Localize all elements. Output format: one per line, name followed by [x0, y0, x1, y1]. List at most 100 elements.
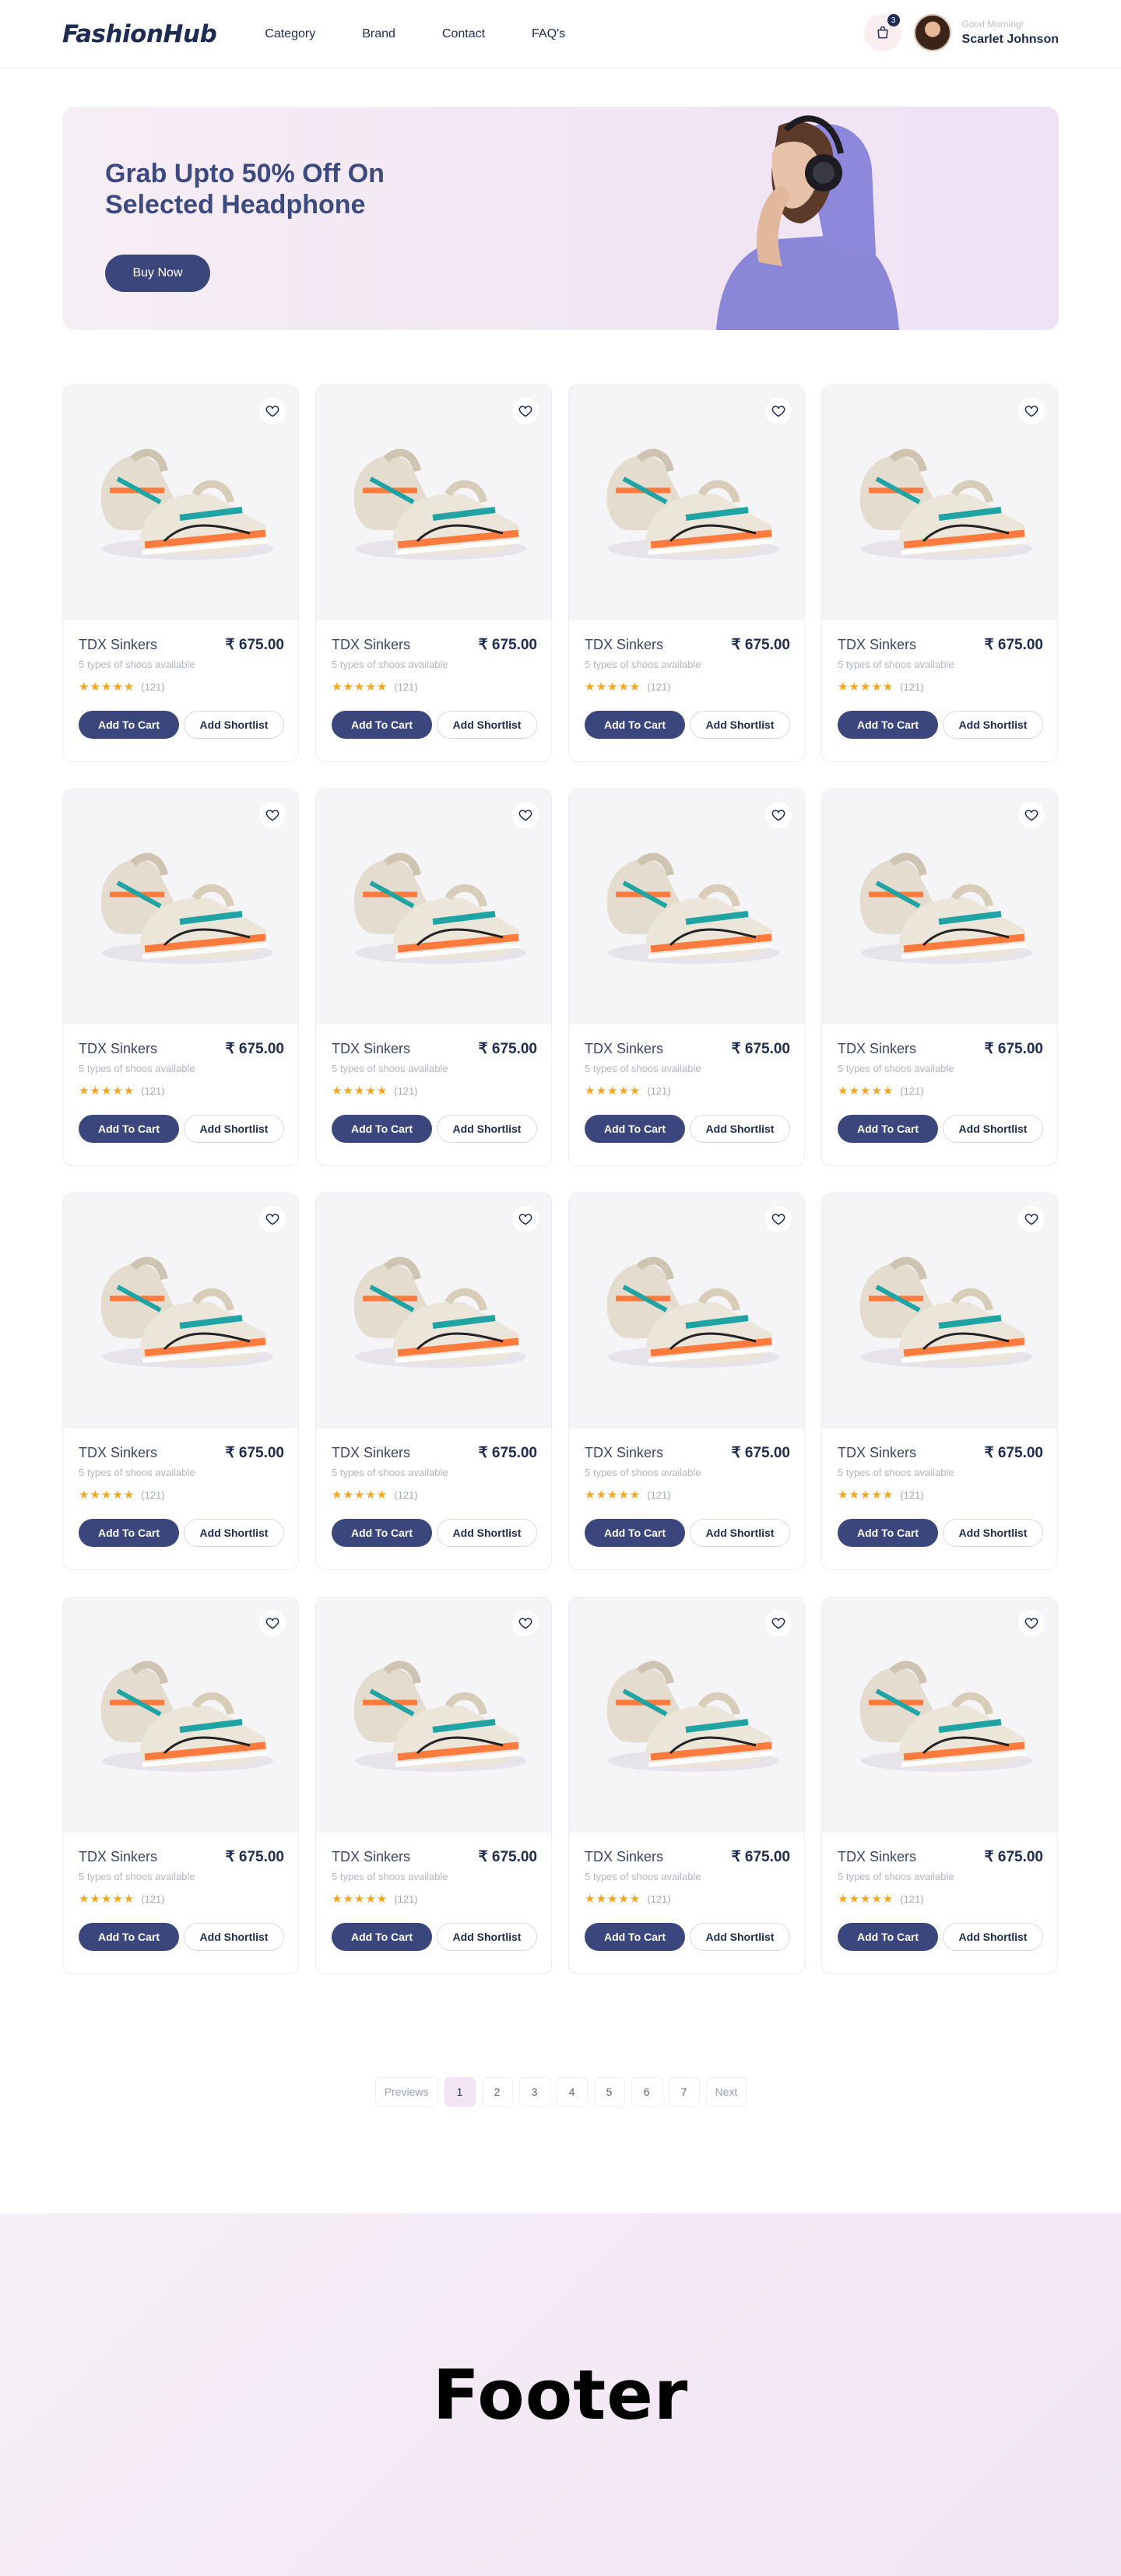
product-card[interactable]: TDX Sinkers ₹ 675.00 5 types of shoos av… — [315, 1597, 552, 1974]
add-shortlist-button[interactable]: Add Shortlist — [437, 1115, 537, 1143]
product-image-area[interactable] — [822, 789, 1057, 1024]
add-to-cart-button[interactable]: Add To Cart — [332, 1519, 432, 1547]
product-image-area[interactable] — [63, 1597, 298, 1833]
page-button-6[interactable]: 6 — [631, 2077, 662, 2107]
add-to-cart-button[interactable]: Add To Cart — [79, 1923, 179, 1951]
product-name[interactable]: TDX Sinkers — [332, 1445, 410, 1461]
page-button-7[interactable]: 7 — [668, 2077, 700, 2107]
add-to-cart-button[interactable]: Add To Cart — [585, 1519, 685, 1547]
avatar[interactable] — [913, 14, 951, 51]
product-image-area[interactable] — [822, 1597, 1057, 1833]
product-name[interactable]: TDX Sinkers — [838, 1445, 916, 1461]
product-card[interactable]: TDX Sinkers ₹ 675.00 5 types of shoos av… — [821, 789, 1058, 1166]
wishlist-button[interactable] — [765, 1206, 792, 1232]
product-image-area[interactable] — [63, 1193, 298, 1429]
product-image-area[interactable] — [822, 385, 1057, 620]
add-to-cart-button[interactable]: Add To Cart — [585, 1115, 685, 1143]
product-card[interactable]: TDX Sinkers ₹ 675.00 5 types of shoos av… — [62, 789, 299, 1166]
page-button-1[interactable]: 1 — [444, 2077, 476, 2107]
add-to-cart-button[interactable]: Add To Cart — [838, 1519, 938, 1547]
add-to-cart-button[interactable]: Add To Cart — [332, 1115, 432, 1143]
product-card[interactable]: TDX Sinkers ₹ 675.00 5 types of shoos av… — [315, 1193, 552, 1570]
add-to-cart-button[interactable]: Add To Cart — [332, 1923, 432, 1951]
product-name[interactable]: TDX Sinkers — [332, 1041, 410, 1057]
wishlist-button[interactable] — [512, 1206, 539, 1232]
add-to-cart-button[interactable]: Add To Cart — [838, 1923, 938, 1951]
product-card[interactable]: TDX Sinkers ₹ 675.00 5 types of shoos av… — [568, 789, 805, 1166]
product-card[interactable]: TDX Sinkers ₹ 675.00 5 types of shoos av… — [568, 1193, 805, 1570]
product-card[interactable]: TDX Sinkers ₹ 675.00 5 types of shoos av… — [821, 1193, 1058, 1570]
product-image-area[interactable] — [822, 1193, 1057, 1429]
add-to-cart-button[interactable]: Add To Cart — [79, 1115, 179, 1143]
product-name[interactable]: TDX Sinkers — [332, 1849, 410, 1865]
add-shortlist-button[interactable]: Add Shortlist — [943, 1519, 1043, 1547]
add-shortlist-button[interactable]: Add Shortlist — [943, 1115, 1043, 1143]
add-to-cart-button[interactable]: Add To Cart — [79, 1519, 179, 1547]
nav-brand[interactable]: Brand — [362, 27, 395, 41]
wishlist-button[interactable] — [1018, 1206, 1045, 1232]
add-to-cart-button[interactable]: Add To Cart — [585, 1923, 685, 1951]
product-card[interactable]: TDX Sinkers ₹ 675.00 5 types of shoos av… — [568, 385, 805, 762]
product-name[interactable]: TDX Sinkers — [585, 1445, 663, 1461]
wishlist-button[interactable] — [765, 398, 792, 424]
product-card[interactable]: TDX Sinkers ₹ 675.00 5 types of shoos av… — [62, 1193, 299, 1570]
wishlist-button[interactable] — [1018, 398, 1045, 424]
product-name[interactable]: TDX Sinkers — [79, 1445, 157, 1461]
add-shortlist-button[interactable]: Add Shortlist — [184, 1115, 284, 1143]
add-shortlist-button[interactable]: Add Shortlist — [184, 711, 284, 739]
wishlist-button[interactable] — [259, 1610, 286, 1636]
add-shortlist-button[interactable]: Add Shortlist — [437, 711, 537, 739]
product-name[interactable]: TDX Sinkers — [332, 637, 410, 653]
wishlist-button[interactable] — [512, 398, 539, 424]
wishlist-button[interactable] — [1018, 802, 1045, 828]
wishlist-button[interactable] — [765, 802, 792, 828]
product-image-area[interactable] — [569, 1193, 804, 1429]
nav-faq[interactable]: FAQ's — [532, 27, 565, 41]
product-name[interactable]: TDX Sinkers — [585, 1041, 663, 1057]
product-card[interactable]: TDX Sinkers ₹ 675.00 5 types of shoos av… — [62, 1597, 299, 1974]
nav-contact[interactable]: Contact — [442, 27, 485, 41]
add-shortlist-button[interactable]: Add Shortlist — [184, 1923, 284, 1951]
buy-now-button[interactable]: Buy Now — [105, 255, 210, 292]
product-card[interactable]: TDX Sinkers ₹ 675.00 5 types of shoos av… — [821, 1597, 1058, 1974]
product-image-area[interactable] — [316, 1597, 551, 1833]
product-name[interactable]: TDX Sinkers — [585, 1849, 663, 1865]
product-card[interactable]: TDX Sinkers ₹ 675.00 5 types of shoos av… — [821, 385, 1058, 762]
wishlist-button[interactable] — [259, 398, 286, 424]
wishlist-button[interactable] — [1018, 1610, 1045, 1636]
add-shortlist-button[interactable]: Add Shortlist — [437, 1923, 537, 1951]
product-name[interactable]: TDX Sinkers — [585, 637, 663, 653]
product-card[interactable]: TDX Sinkers ₹ 675.00 5 types of shoos av… — [62, 385, 299, 762]
product-image-area[interactable] — [316, 385, 551, 620]
product-image-area[interactable] — [63, 385, 298, 620]
add-shortlist-button[interactable]: Add Shortlist — [943, 1923, 1043, 1951]
product-name[interactable]: TDX Sinkers — [79, 1041, 157, 1057]
product-image-area[interactable] — [569, 789, 804, 1024]
product-image-area[interactable] — [316, 789, 551, 1024]
add-shortlist-button[interactable]: Add Shortlist — [437, 1519, 537, 1547]
previous-page-button[interactable]: Previews — [374, 2077, 438, 2107]
product-card[interactable]: TDX Sinkers ₹ 675.00 5 types of shoos av… — [315, 789, 552, 1166]
add-shortlist-button[interactable]: Add Shortlist — [690, 711, 790, 739]
product-image-area[interactable] — [316, 1193, 551, 1429]
product-name[interactable]: TDX Sinkers — [79, 1849, 157, 1865]
product-name[interactable]: TDX Sinkers — [838, 1041, 916, 1057]
add-to-cart-button[interactable]: Add To Cart — [585, 711, 685, 739]
product-image-area[interactable] — [63, 789, 298, 1024]
add-to-cart-button[interactable]: Add To Cart — [79, 711, 179, 739]
product-image-area[interactable] — [569, 1597, 804, 1833]
add-shortlist-button[interactable]: Add Shortlist — [184, 1519, 284, 1547]
wishlist-button[interactable] — [512, 1610, 539, 1636]
page-button-4[interactable]: 4 — [556, 2077, 588, 2107]
next-page-button[interactable]: Next — [705, 2077, 747, 2107]
wishlist-button[interactable] — [259, 1206, 286, 1232]
product-name[interactable]: TDX Sinkers — [838, 1849, 916, 1865]
add-to-cart-button[interactable]: Add To Cart — [838, 711, 938, 739]
nav-category[interactable]: Category — [265, 27, 315, 41]
add-shortlist-button[interactable]: Add Shortlist — [690, 1923, 790, 1951]
wishlist-button[interactable] — [765, 1610, 792, 1636]
product-name[interactable]: TDX Sinkers — [79, 637, 157, 653]
add-to-cart-button[interactable]: Add To Cart — [332, 711, 432, 739]
wishlist-button[interactable] — [512, 802, 539, 828]
page-button-2[interactable]: 2 — [481, 2077, 513, 2107]
